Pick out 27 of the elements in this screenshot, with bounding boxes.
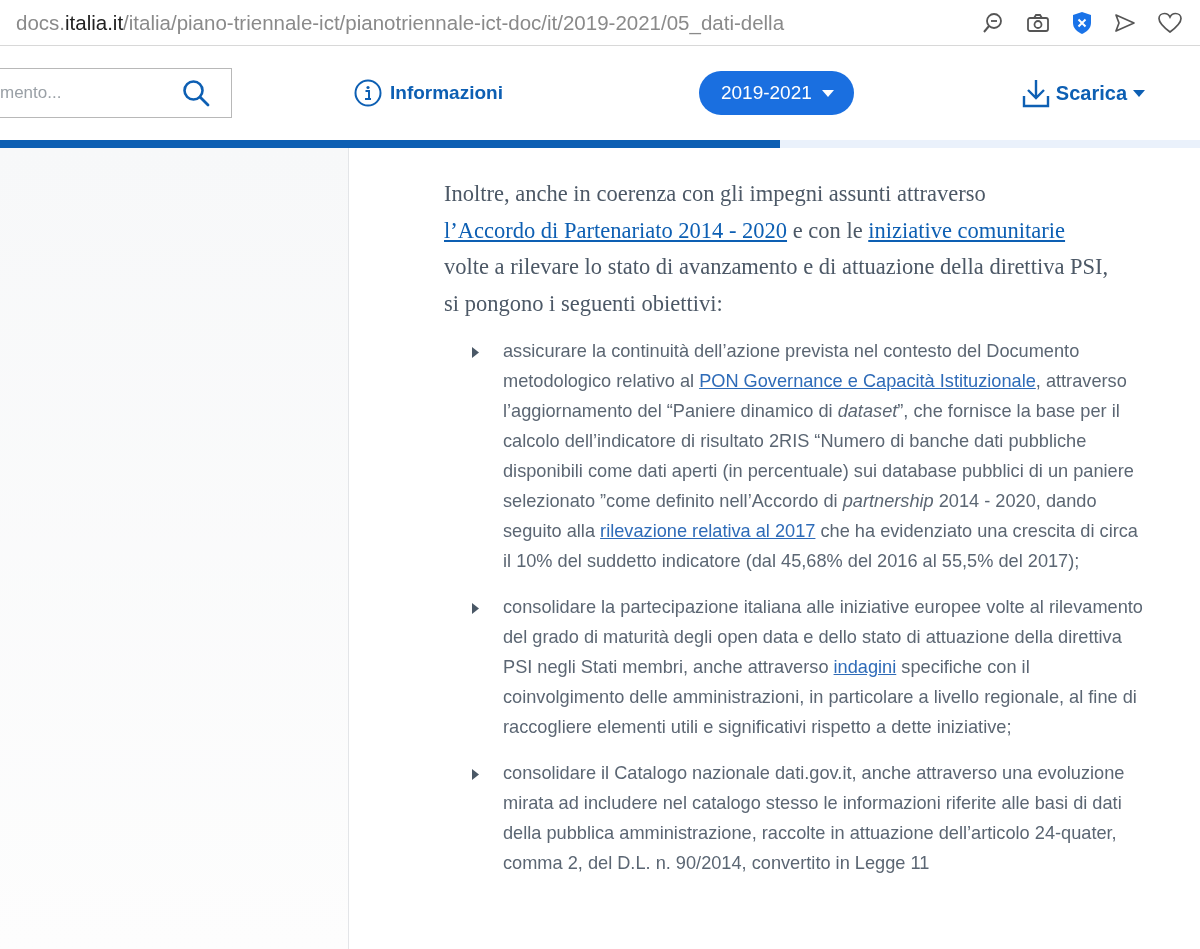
list-item-text: assicurare la continuità dell’azione prevista nel contesto del Documento metodologico relativo al PON Governance e Capacità Istituzionale, attraverso l’aggiornamento del “Paniere dinamico di dataset”, che fornisce la base per il calcolo dell’indicatore di risultato 2RIS “Numero di banche dati pubbliche disponibili come dati aperti (in percentuale) sui database pubblici di un paniere selezionato ”come definito nell’Accordo di partnership 2014 - 2020, dando seguito alla rilevazione relativa al 2017 che ha evidenziato una crescita di circa il 10% del suddetto indicatore (dal 45,68% del 2016 al 55,5% del 2017); [503, 340, 1139, 573]
send-icon[interactable] [1114, 12, 1136, 33]
list-item-text: consolidare il Catalogo nazionale dati.gov.it, anche attraverso una evoluzione mirata ad includere nel catalogo stesso le informazioni riferite alle basi di dati della pubblica amministrazione, raccolte in attuazione dell’articolo 24-quater, comma 2, del D.L. n. 90/2014, convertito in Legge 11 [503, 762, 1126, 875]
text-link[interactable]: PON Governance e Capacità Istituzionale [699, 371, 1036, 391]
download-icon [1021, 78, 1050, 108]
caret-icon [821, 89, 834, 97]
text-link[interactable]: iniziative comunitarie [868, 217, 1066, 243]
heart-icon[interactable] [1158, 11, 1182, 34]
caret-icon [1133, 89, 1145, 97]
triangle-bullet-icon [472, 603, 479, 614]
search-field[interactable]: mento... [0, 68, 232, 118]
text-link[interactable]: rilevazione relativa al 2017 [600, 521, 816, 541]
list-item-text: consolidare la partecipazione italiana alle iniziative europee volte al rilevamento del grado di maturità degli open data e dello stato di attuazione della direttiva PSI negli Stati membri, anche attraverso indagini specifiche con il coinvolgimento delle amministrazioni, in particolare a livello regionale, al fine di raccogliere elementi utili e significativi rispetto a dette iniziative; [503, 596, 1144, 739]
triangle-bullet-icon [472, 347, 479, 358]
version-dropdown[interactable]: 2019-2021 [698, 71, 854, 115]
intro-paragraph: Inoltre, anche in coerenza con gli impegni assunti attraverso l’Accordo di Partenariato 2014 - 2020 e con le iniziative comunitarie volte a rilevare lo stato di avanzamento e di attuazione della direttiva PSI, si pongono i seguenti obiettivi: [444, 180, 1109, 318]
triangle-bullet-icon [472, 769, 479, 780]
search-icon[interactable] [182, 79, 210, 107]
info-icon [354, 79, 382, 107]
url-text[interactable]: docs.italia.it/italia/piano-triennale-ict/pianotriennale-ict-doc/it/2019-2021/05_dati-della [16, 10, 785, 35]
info-link[interactable]: Informazioni [354, 79, 503, 107]
zoom-icon[interactable] [982, 11, 1004, 34]
text-link[interactable]: indagini [833, 657, 897, 677]
text-link[interactable]: l’Accordo di Partenariato 2014 - 2020 [444, 217, 788, 243]
camera-icon[interactable] [1026, 12, 1050, 33]
download-link[interactable]: Scarica [1021, 78, 1145, 108]
shield-icon[interactable] [1072, 10, 1092, 35]
